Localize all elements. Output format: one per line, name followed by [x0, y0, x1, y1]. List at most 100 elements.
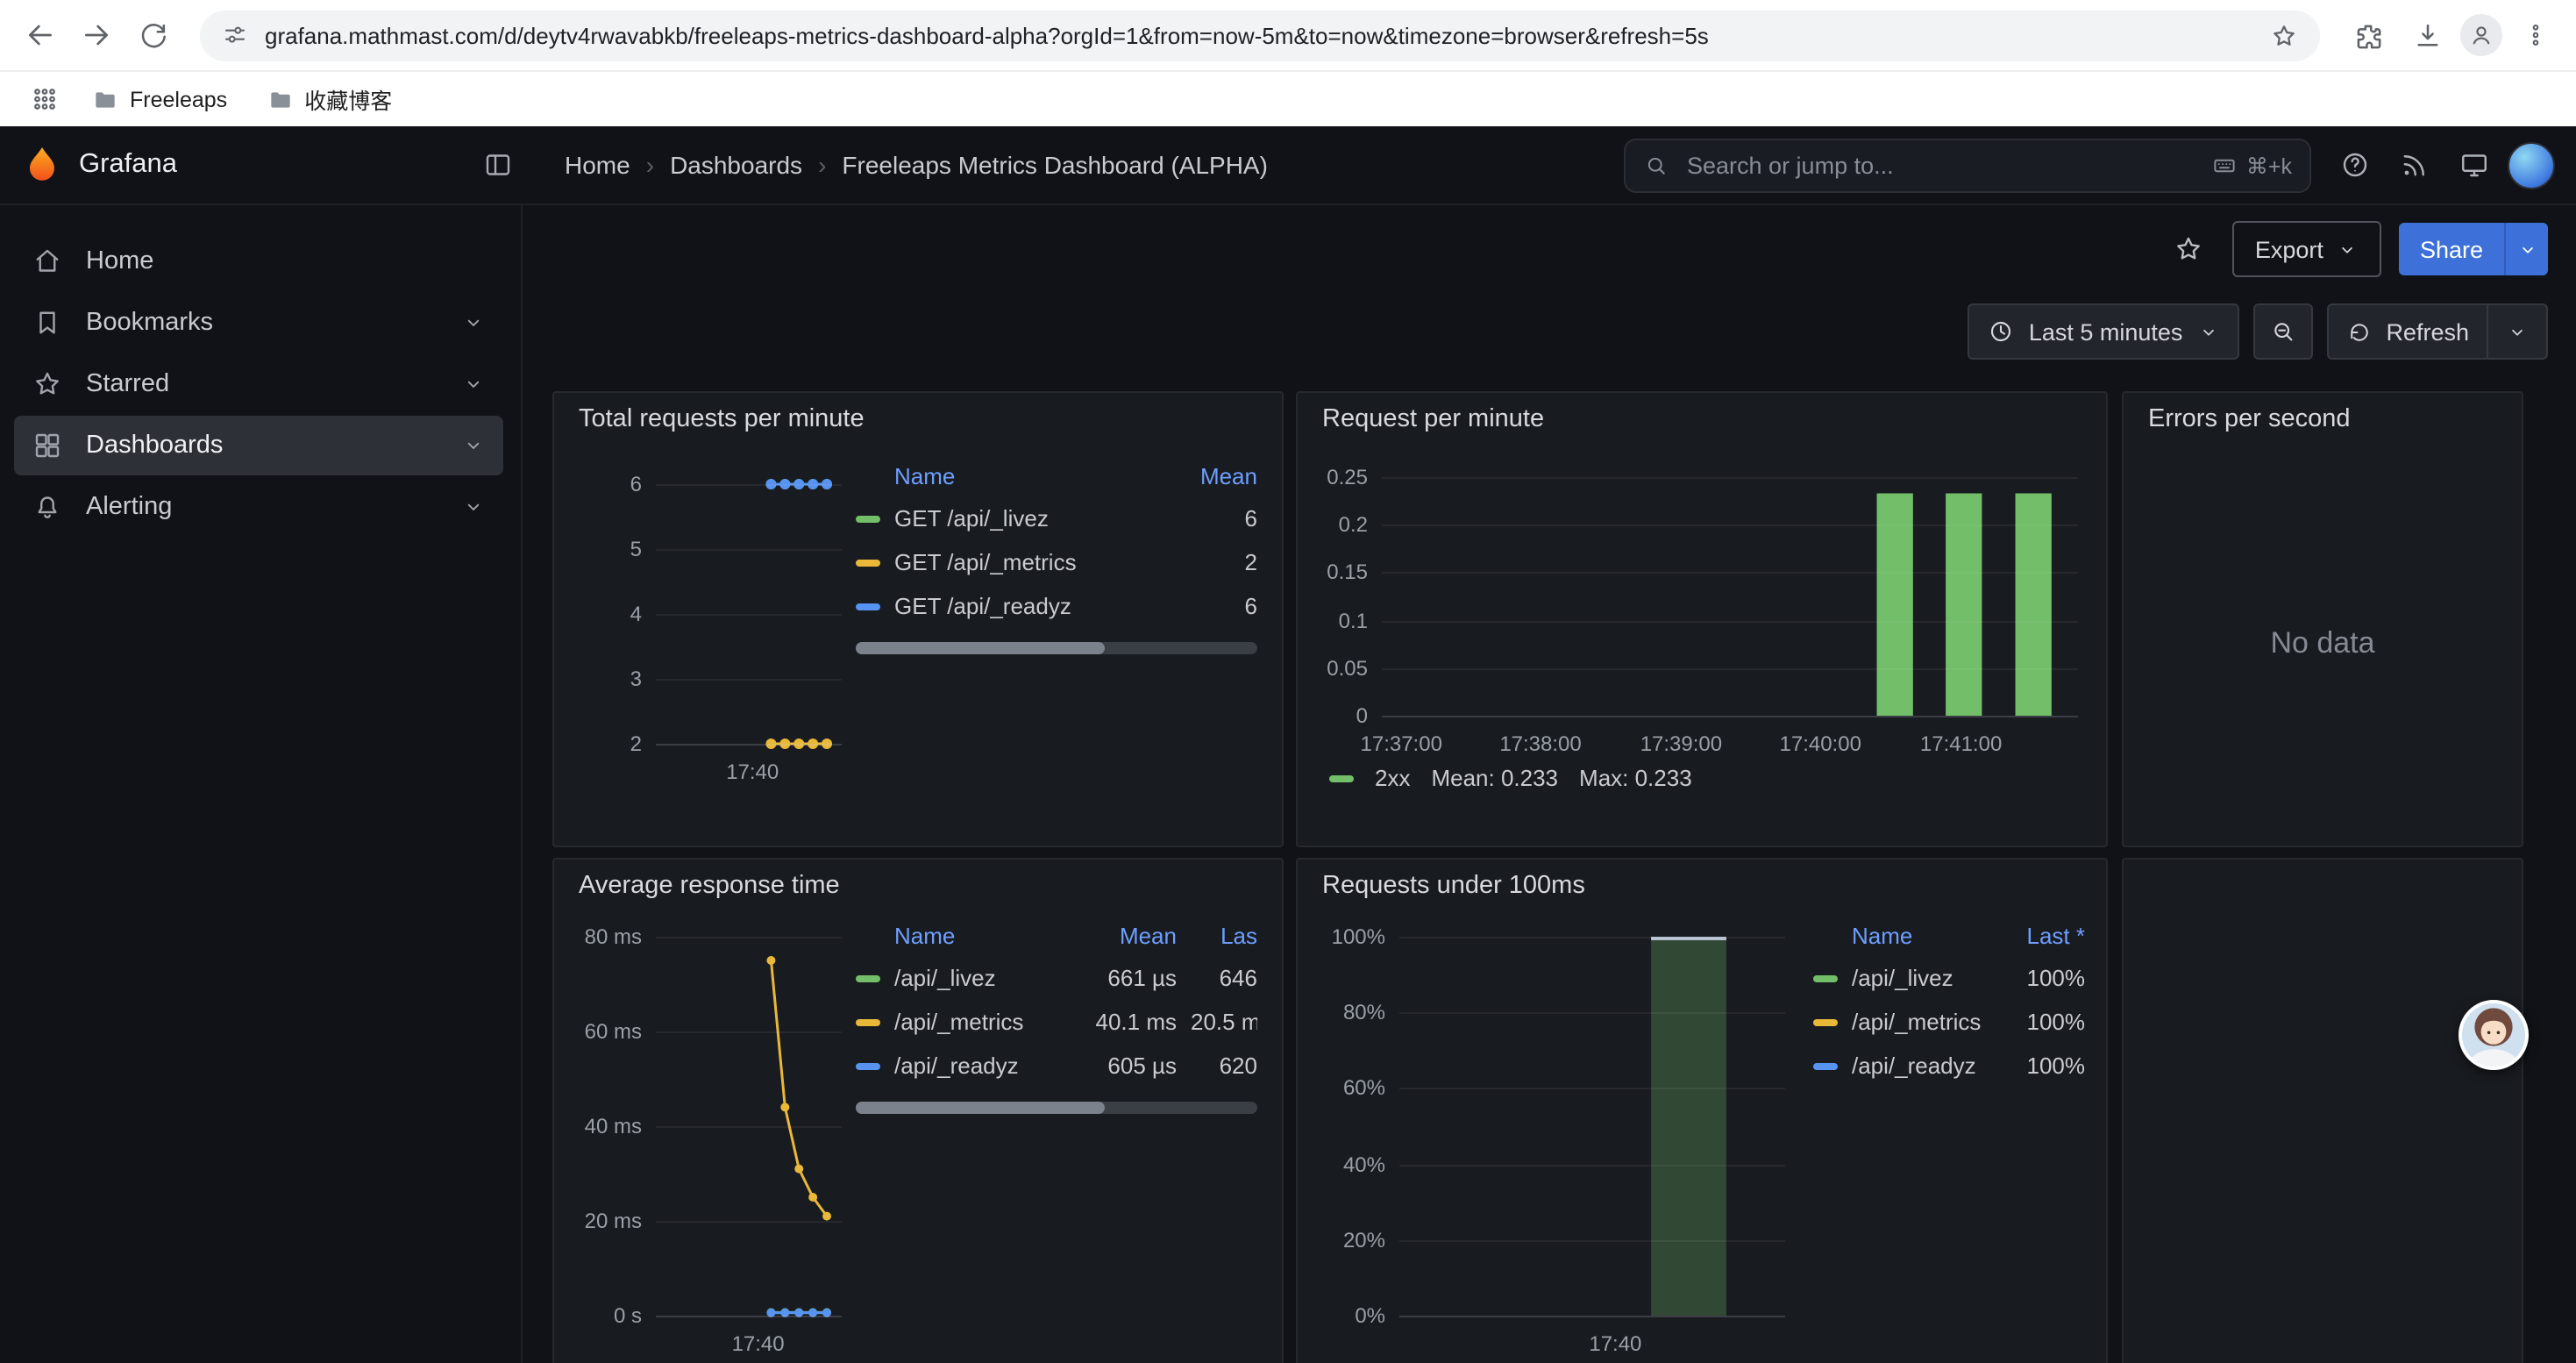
legend: Name Last * /api/_livez 100% /api/_metri… — [1813, 914, 2085, 1356]
y-axis: 80 ms60 ms40 ms20 ms0 s — [579, 928, 656, 1324]
legend-row[interactable]: GET /api/_metrics 2 — [856, 540, 1257, 584]
x-axis: 17:40 — [1399, 1324, 1785, 1356]
site-info-icon[interactable] — [221, 21, 249, 49]
legend-scrollbar[interactable] — [856, 642, 1257, 654]
sidebar-item-dashboards[interactable]: Dashboards — [14, 416, 503, 475]
app-brand: Grafana — [79, 149, 177, 181]
browser-menu-icon[interactable] — [2509, 9, 2562, 61]
bookmark-folder-freeleaps[interactable]: Freeleaps — [77, 80, 241, 118]
help-icon[interactable] — [2329, 139, 2381, 191]
extensions-icon[interactable] — [2341, 9, 2394, 61]
legend[interactable]: 2xx Mean: 0.233 Max: 0.233 — [1326, 765, 2078, 791]
search-input[interactable] — [1683, 150, 2197, 180]
legend-col-mean[interactable]: Mean — [1159, 462, 1257, 489]
export-button[interactable]: Export — [2232, 221, 2381, 277]
legend-row[interactable]: /api/_metrics 40.1 ms 20.5 m — [856, 1000, 1257, 1044]
x-axis: 17:37:0017:38:0017:39:0017:40:0017:41:00 — [1382, 724, 2078, 756]
refresh-button[interactable]: Refresh — [2326, 303, 2548, 360]
bookmarks-bar: Freeleaps 收藏博客 — [0, 70, 2576, 126]
chevron-down-icon[interactable] — [461, 495, 486, 519]
legend-row[interactable]: GET /api/_readyz 6 — [856, 584, 1257, 628]
news-feed-icon[interactable] — [2388, 139, 2441, 191]
legend-col-last[interactable]: Las — [1191, 922, 1257, 948]
address-bar[interactable]: grafana.mathmast.com/d/deytv4rwavabkb/fr… — [200, 10, 2320, 61]
plot-area — [656, 928, 842, 1324]
panel-empty — [2122, 858, 2523, 1363]
legend-row[interactable]: GET /api/_livez 6 — [856, 496, 1257, 540]
breadcrumb-dashboards[interactable]: Dashboards — [670, 151, 802, 179]
legend-row[interactable]: /api/_livez 100% — [1813, 956, 2085, 1000]
legend-col-name[interactable]: Name — [1852, 922, 1983, 948]
forward-icon[interactable] — [70, 9, 123, 61]
back-icon[interactable] — [14, 9, 67, 61]
home-icon — [32, 246, 63, 277]
display-icon[interactable] — [2448, 139, 2501, 191]
reload-icon[interactable] — [126, 9, 179, 61]
legend-row[interactable]: /api/_livez 661 µs 646 — [856, 956, 1257, 1000]
bookmark-icon — [32, 307, 63, 339]
y-axis: 100%80%60%40%20%0% — [1322, 928, 1399, 1324]
panel-requests-under-100ms: Requests under 100ms 100%80%60%40%20%0% … — [1296, 858, 2108, 1363]
chevron-down-icon[interactable] — [2506, 320, 2529, 343]
sidebar-item-starred[interactable]: Starred — [14, 354, 503, 414]
chevron-down-icon[interactable] — [461, 372, 486, 396]
screen: grafana.mathmast.com/d/deytv4rwavabkb/fr… — [0, 0, 2576, 1363]
bookmark-star-icon[interactable] — [2269, 20, 2299, 50]
apps-grid-icon[interactable] — [21, 76, 67, 122]
folder-icon — [91, 85, 119, 113]
share-button[interactable]: Share — [2399, 223, 2548, 275]
user-avatar[interactable] — [2508, 141, 2555, 189]
panel-title[interactable]: Request per minute — [1298, 393, 2106, 433]
breadcrumb-current: Freeleaps Metrics Dashboard (ALPHA) — [842, 151, 1268, 179]
scrollbar-thumb[interactable] — [856, 642, 1105, 654]
search-box[interactable]: ⌘+k — [1624, 138, 2311, 192]
legend-col-mean[interactable]: Mean — [1078, 922, 1177, 948]
panel-title[interactable]: Requests under 100ms — [1298, 860, 2106, 900]
legend-row[interactable]: /api/_readyz 100% — [1813, 1044, 2085, 1088]
legend-col-last[interactable]: Last * — [1997, 922, 2085, 948]
downloads-icon[interactable] — [2401, 9, 2453, 61]
zoom-out-button[interactable] — [2252, 303, 2312, 360]
plot-area — [1382, 468, 2078, 724]
chevron-down-icon — [2336, 238, 2359, 260]
grafana-logo[interactable] — [21, 144, 63, 186]
sidebar-item-alerting[interactable]: Alerting — [14, 477, 503, 537]
assistant-avatar-overlay[interactable] — [2459, 1000, 2529, 1070]
chevron-down-icon[interactable] — [2506, 223, 2548, 275]
browser-actions — [2341, 9, 2562, 61]
time-range-picker[interactable]: Last 5 minutes — [1968, 303, 2239, 360]
legend-col-name[interactable]: Name — [894, 922, 1064, 948]
chevron-down-icon[interactable] — [461, 310, 486, 335]
browser-toolbar: grafana.mathmast.com/d/deytv4rwavabkb/fr… — [0, 0, 2576, 70]
legend-scrollbar[interactable] — [856, 1102, 1257, 1114]
plot-area — [1399, 928, 1785, 1324]
legend-row[interactable]: /api/_readyz 605 µs 620 — [856, 1044, 1257, 1088]
series-swatch — [856, 974, 880, 981]
chevron-down-icon[interactable] — [461, 433, 486, 458]
legend-row[interactable]: /api/_metrics 100% — [1813, 1000, 2085, 1044]
panel-title[interactable]: Total requests per minute — [554, 393, 1282, 433]
sidebar-item-home[interactable]: Home — [14, 232, 503, 291]
panel-title[interactable]: Errors per second — [2124, 393, 2522, 433]
breadcrumb-home[interactable]: Home — [565, 151, 630, 179]
legend-col-name[interactable]: Name — [894, 462, 1145, 489]
url-text[interactable]: grafana.mathmast.com/d/deytv4rwavabkb/fr… — [265, 22, 2253, 48]
sidebar-toggle-icon[interactable] — [473, 140, 523, 189]
panel-total-requests: Total requests per minute 65432 17:40 — [552, 391, 1284, 847]
y-axis: 65432 — [579, 475, 656, 753]
sidebar-item-bookmarks[interactable]: Bookmarks — [14, 293, 503, 353]
bookmark-folder-blogs[interactable]: 收藏博客 — [252, 77, 406, 121]
series-swatch — [1813, 1062, 1838, 1069]
browser-profile-avatar[interactable] — [2460, 14, 2502, 56]
screenshot-viewport: grafana.mathmast.com/d/deytv4rwavabkb/fr… — [0, 0, 2576, 1363]
scrollbar-thumb[interactable] — [856, 1102, 1105, 1114]
legend-header: Name Last * — [1813, 914, 2085, 956]
panel-request-per-minute: Request per minute 0.250.20.150.10.050 1… — [1296, 391, 2108, 847]
panel-title[interactable]: Average response time — [554, 860, 1282, 900]
legend: Name Mean Las /api/_livez 661 µs 646 — [856, 914, 1257, 1356]
series-swatch — [1813, 974, 1838, 981]
zoom-out-icon — [2268, 318, 2296, 346]
favorite-star-icon[interactable] — [2162, 223, 2215, 275]
legend-header: Name Mean Las — [856, 914, 1257, 956]
series-swatch — [1813, 1018, 1838, 1025]
